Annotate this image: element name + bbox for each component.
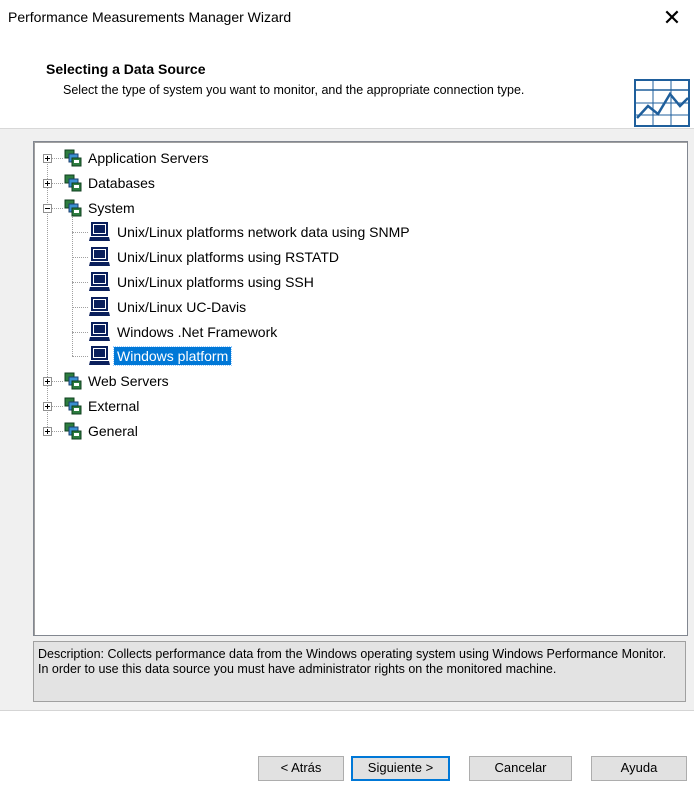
tree-item-label: Databases <box>88 174 155 191</box>
tree-item-label: External <box>88 398 140 414</box>
description-note: In order to use this data source you mus… <box>38 662 557 676</box>
tree-item[interactable]: System <box>64 197 138 219</box>
computer-icon <box>89 321 111 342</box>
tree-item[interactable]: Application Servers <box>64 147 212 169</box>
computer-icon <box>89 272 111 292</box>
collapse-icon[interactable] <box>43 203 52 213</box>
chart-icon <box>634 79 690 127</box>
group-icon <box>64 372 82 390</box>
tree-item-label: General <box>88 422 138 439</box>
title-bar: Performance Measurements Manager Wizard … <box>0 0 694 36</box>
wizard-content: Application Servers Databases System Unix/L… <box>0 129 694 710</box>
tree-item-label: Web Servers <box>88 373 169 390</box>
expand-icon[interactable] <box>43 377 52 387</box>
tree-connector <box>72 356 88 358</box>
computer-icon <box>89 222 111 242</box>
tree-item[interactable]: External <box>64 395 142 417</box>
tree-item[interactable]: Web Servers <box>64 370 172 392</box>
next-button[interactable]: Siguiente > <box>351 756 450 781</box>
tree-connector <box>72 331 88 333</box>
expand-icon[interactable] <box>43 426 52 436</box>
tree-item-label: Unix/Linux platforms using SSH <box>117 274 314 290</box>
tree-item[interactable]: Databases <box>64 172 158 194</box>
tree-connector <box>47 158 48 431</box>
description-text: Description: Collects performance data f… <box>38 647 667 661</box>
window-title: Performance Measurements Manager Wizard <box>8 9 292 25</box>
tree-item-label: Unix/Linux platforms using RSTATD <box>117 249 339 266</box>
tree-item-label: Windows platform <box>112 346 233 367</box>
group-icon <box>64 174 82 192</box>
tree-item[interactable]: Windows platform <box>89 345 233 367</box>
expand-icon[interactable] <box>43 402 52 411</box>
expand-icon[interactable] <box>43 178 52 188</box>
computer-icon <box>89 296 111 317</box>
back-button[interactable]: < Atrás <box>258 756 344 781</box>
tree-item[interactable]: Windows .Net Framework <box>89 321 280 343</box>
tree-connector <box>72 282 88 283</box>
footer-divider <box>0 710 694 711</box>
expand-icon[interactable] <box>43 154 52 163</box>
computer-icon <box>89 346 111 366</box>
tree-item[interactable]: Unix/Linux platforms network data using … <box>89 221 413 243</box>
tree-connector <box>72 216 73 357</box>
close-icon[interactable]: ✕ <box>650 0 694 36</box>
help-button[interactable]: Ayuda <box>591 756 687 781</box>
tree-connector <box>72 257 88 259</box>
tree-connector <box>72 232 88 234</box>
group-icon <box>64 397 82 415</box>
tree-item-label: Application Servers <box>88 150 209 166</box>
tree-item[interactable]: General <box>64 420 141 442</box>
group-icon <box>64 199 82 217</box>
tree-connector <box>72 306 88 308</box>
tree-item-label: Unix/Linux UC-Davis <box>117 298 247 315</box>
page-title: Selecting a Data Source <box>46 61 206 77</box>
cancel-button[interactable]: Cancelar <box>469 756 572 781</box>
data-source-tree[interactable]: Application Servers Databases System Unix/L… <box>33 141 688 636</box>
tree-item-label: Windows .Net Framework <box>117 323 278 340</box>
tree-item[interactable]: Unix/Linux UC-Davis <box>89 296 249 318</box>
description-panel: Description: Collects performance data f… <box>33 641 686 702</box>
computer-icon <box>89 247 111 267</box>
group-icon <box>64 149 82 167</box>
tree-item-label: Unix/Linux platforms network data using … <box>117 224 410 241</box>
group-icon <box>64 422 82 440</box>
tree-item-label: System <box>88 199 135 216</box>
page-subtitle: Select the type of system you want to mo… <box>63 83 525 97</box>
wizard-header: Selecting a Data Source Select the type … <box>0 36 694 129</box>
tree-item[interactable]: Unix/Linux platforms using RSTATD <box>89 246 342 268</box>
tree-item[interactable]: Unix/Linux platforms using SSH <box>89 271 317 293</box>
